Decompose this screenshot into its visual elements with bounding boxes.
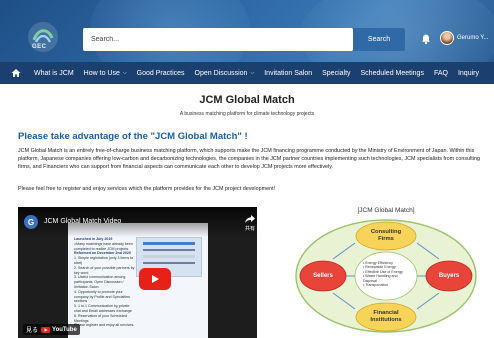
center-item: • Transportation: [363, 283, 389, 288]
video-title[interactable]: JCM Global Match Video: [44, 218, 121, 225]
user-avatar[interactable]: [440, 31, 454, 45]
node-label-sellers: Sellers: [313, 273, 333, 279]
nav-item-what-is-jcm[interactable]: What is JCM: [34, 70, 74, 77]
thumbnail-line: 6. Reservation of your Scheduled Meeting…: [74, 313, 128, 323]
thumbnail-bar: [143, 249, 195, 251]
nav-label: How to Use: [83, 69, 120, 77]
user-name[interactable]: Gerumo Y...: [457, 35, 488, 41]
site-header: GEC Search Gerumo Y...: [0, 0, 494, 62]
search-box: [83, 28, 353, 51]
nav-item-scheduled-meetings[interactable]: Scheduled Meetings: [361, 70, 424, 77]
center-item: • Waste Handling and Disposal: [363, 274, 398, 283]
share-label: 共有: [244, 226, 255, 232]
bell-icon[interactable]: [420, 33, 432, 45]
nav-label: Inquiry: [457, 69, 479, 77]
nav-label: Open Discussion: [194, 69, 248, 77]
thumbnail-bar: [143, 262, 195, 264]
nav-label: Good Practices: [136, 69, 185, 77]
thumbnail-line: 2. Search of your possible partners by k…: [74, 265, 135, 275]
youtube-play-icon: [41, 326, 51, 333]
page-subtitle: A business matching platform for climate…: [179, 111, 315, 117]
nav-label: FAQ: [433, 69, 448, 77]
watch-label: 見る: [26, 328, 39, 334]
logo-text: GEC: [32, 44, 47, 50]
nav-item-faq[interactable]: FAQ: [434, 70, 448, 77]
watch-on-youtube-button[interactable]: 見る YouTube: [23, 324, 80, 335]
chevron-down-icon: ⌵: [122, 70, 127, 76]
thumbnail-line: Please register and enjoy all services.: [74, 323, 135, 328]
youtube-logo: YouTube: [41, 326, 77, 333]
center-list: • Energy Efficiency • Renewable Energy •…: [363, 261, 411, 287]
thumbnail-line: 1. Simple registration (only 3 items to …: [74, 256, 134, 265]
node-label-consulting-firms: Consulting Firms: [370, 229, 402, 242]
section-headline: Please take advantage of the "JCM Global…: [18, 131, 248, 142]
thumbnail-line: 3. Useful communication among participan…: [74, 275, 126, 289]
thumbnail-bar: [143, 242, 195, 245]
nav-label: What is JCM: [34, 69, 74, 77]
play-button[interactable]: [139, 268, 171, 290]
nav-label: Specialty: [322, 69, 351, 77]
nav-item-specialty[interactable]: Specialty: [322, 70, 350, 77]
search-input[interactable]: [83, 28, 353, 51]
nav-item-good-practices[interactable]: Good Practices: [137, 70, 185, 77]
share-button[interactable]: 共有: [244, 215, 256, 232]
youtube-video-embed[interactable]: Launched in July 2019 >Many matchings ha…: [18, 207, 257, 338]
nav-item-how-to-use[interactable]: How to Use ⌵: [84, 70, 127, 77]
nav-item-open-discussion[interactable]: Open Discussion ⌵: [195, 70, 255, 77]
video-thumbnail: Launched in July 2019 >Many matchings ha…: [68, 223, 208, 338]
jcm-global-match-diagram: [JCM Global Match] Consulting Firms Fina…: [293, 207, 494, 338]
play-icon: [152, 275, 159, 283]
home-link[interactable]: [8, 62, 24, 84]
nav-item-inquiry[interactable]: Inquiry: [458, 70, 479, 77]
home-icon: [11, 69, 21, 77]
nav-label: Invitation Salon: [264, 69, 313, 77]
thumbnail-text: Launched in July 2019 >Many matchings ha…: [74, 237, 136, 328]
page: GEC Search Gerumo Y... What is JCM How t…: [0, 0, 494, 338]
node-label-financial-institutions: Financial Institutions: [370, 310, 402, 323]
intro-paragraph: JCM Global Match is an entirely free-of-…: [18, 148, 480, 171]
thumbnail-line: >Many matchings have already been comple…: [74, 241, 133, 251]
channel-avatar[interactable]: G: [24, 215, 38, 229]
page-title: JCM Global Match: [199, 94, 295, 106]
search-button[interactable]: Search: [353, 28, 405, 51]
share-icon: [245, 215, 255, 223]
node-label-buyers: Buyers: [438, 273, 460, 279]
youtube-wordmark: YouTube: [52, 326, 77, 333]
register-paragraph: Please feel free to register and enjoy s…: [18, 186, 276, 192]
chevron-down-icon: ⌵: [250, 70, 255, 76]
main-nav: What is JCM How to Use ⌵ Good Practices O…: [0, 62, 494, 84]
thumbnail-bar: [143, 255, 195, 258]
nav-label: Scheduled Meetings: [360, 69, 424, 77]
nav-item-invitation-salon[interactable]: Invitation Salon: [264, 70, 312, 77]
thumbnail-line: 5. 1 to 1 Communication by private chat …: [74, 304, 132, 313]
thumbnail-line: 4. Opportunity to promote your company b…: [74, 289, 130, 304]
